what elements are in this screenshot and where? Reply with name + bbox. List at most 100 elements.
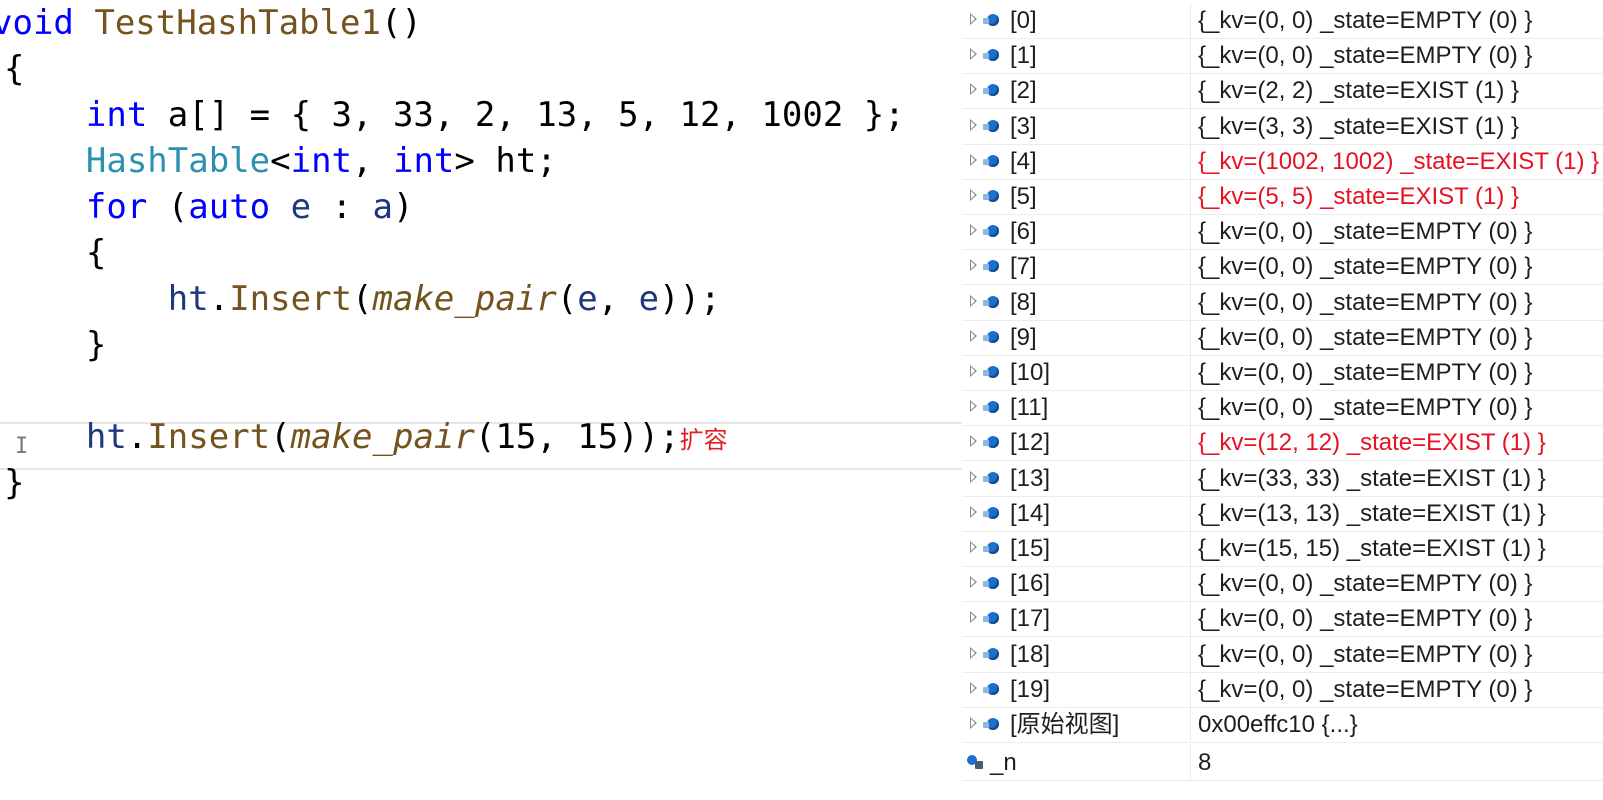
code-token: > ht;	[454, 141, 557, 181]
watch-row[interactable]: [13] {_kv=(33, 33) _state=EXIST (1) }	[962, 460, 1603, 497]
expand-arrow-icon[interactable]	[970, 400, 977, 413]
expand-arrow-icon[interactable]	[970, 470, 977, 483]
code-token: (	[352, 279, 373, 319]
code-line[interactable]: }	[4, 322, 106, 368]
field-icon	[983, 49, 999, 62]
code-token: .	[208, 279, 230, 319]
expand-arrow-icon[interactable]	[970, 83, 977, 96]
watch-row-name: [0]	[1010, 7, 1037, 34]
watch-row-name: [19]	[1010, 675, 1051, 703]
expand-arrow-icon[interactable]	[970, 294, 977, 307]
watch-row-value: {_kv=(2, 2) _state=EXIST (1) }	[1198, 77, 1520, 105]
watch-row-value: {_kv=(0, 0) _state=EMPTY (0) }	[1198, 253, 1533, 281]
watch-row[interactable]: [0] {_kv=(0, 0) _state=EMPTY (0) }	[962, 3, 1603, 39]
expand-arrow-icon[interactable]	[970, 365, 977, 377]
watch-row[interactable]: [5] {_kv=(5, 5) _state=EXIST (1) }	[962, 179, 1603, 215]
expand-arrow-icon[interactable]	[970, 329, 977, 342]
watch-row[interactable]: [原始视图] 0x00effc10 {...}	[962, 707, 1603, 743]
watch-row[interactable]: [14] {_kv=(13, 13) _state=EXIST (1) }	[962, 495, 1603, 532]
watch-row[interactable]: [17] {_kv=(0, 0) _state=EMPTY (0) }	[962, 601, 1603, 638]
watch-row[interactable]: [11] {_kv=(0, 0) _state=EMPTY (0) }	[962, 390, 1603, 427]
watch-row[interactable]: [1] {_kv=(0, 0) _state=EMPTY (0) }	[962, 38, 1603, 75]
field-icon	[983, 330, 999, 343]
code-token: Insert	[147, 417, 271, 457]
field-icon	[983, 225, 999, 238]
watch-row[interactable]: [2] {_kv=(2, 2) _state=EXIST (1) }	[962, 73, 1603, 110]
watch-row[interactable]: [8] {_kv=(0, 0) _state=EMPTY (0) }	[962, 284, 1603, 321]
expand-arrow-icon[interactable]	[970, 611, 977, 624]
field-icon	[983, 84, 999, 97]
expand-arrow-icon[interactable]	[970, 224, 977, 237]
code-token: make_pair	[372, 279, 557, 319]
watch-row-name: [3]	[1010, 112, 1037, 140]
watch-row[interactable]: [12] {_kv=(12, 12) _state=EXIST (1) }	[962, 425, 1603, 462]
watch-row-value: 0x00effc10 {...}	[1198, 711, 1358, 738]
watch-panel[interactable]: [0] {_kv=(0, 0) _state=EMPTY (0) } [1] {_kv…	[962, 0, 1603, 800]
code-token: void	[0, 3, 95, 43]
code-line[interactable]: ht.Insert(make_pair(15, 15));扩容	[4, 414, 728, 460]
code-line[interactable]: for (auto e : a)	[4, 184, 414, 230]
code-token: a[] = { 3, 33, 2, 13, 5, 12, 1002 };	[147, 95, 905, 135]
expand-arrow-icon[interactable]	[970, 435, 977, 448]
expand-arrow-icon[interactable]	[970, 118, 977, 131]
code-token: for	[85, 187, 148, 227]
watch-row-value: {_kv=(0, 0) _state=EMPTY (0) }	[1198, 570, 1533, 598]
watch-row[interactable]: [9] {_kv=(0, 0) _state=EMPTY (0) }	[962, 319, 1603, 356]
watch-row[interactable]: [6] {_kv=(0, 0) _state=EMPTY (0) }	[962, 214, 1603, 251]
watch-row-value: {_kv=(12, 12) _state=EXIST (1) }	[1198, 429, 1546, 457]
expand-arrow-icon[interactable]	[970, 13, 977, 25]
watch-row-member[interactable]: _n 8	[962, 745, 1603, 781]
code-token: (	[556, 279, 578, 319]
code-token: )	[393, 187, 414, 227]
expand-arrow-icon[interactable]	[970, 576, 977, 589]
expand-arrow-icon[interactable]	[970, 153, 977, 166]
code-token: auto	[188, 187, 271, 227]
expand-arrow-icon[interactable]	[970, 48, 977, 61]
code-line[interactable]: }	[4, 460, 24, 506]
expand-arrow-icon[interactable]	[970, 646, 977, 659]
expand-arrow-icon[interactable]	[970, 505, 977, 518]
watch-row[interactable]: [16] {_kv=(0, 0) _state=EMPTY (0) }	[962, 566, 1603, 603]
watch-row[interactable]: [10] {_kv=(0, 0) _state=EMPTY (0) }	[962, 355, 1603, 391]
expand-arrow-icon[interactable]	[970, 189, 977, 201]
column-separator	[1190, 531, 1191, 567]
watch-row-name: [18]	[1010, 640, 1051, 668]
code-line[interactable]: {	[4, 46, 24, 92]
code-token: e	[577, 279, 598, 319]
watch-row[interactable]: [18] {_kv=(0, 0) _state=EMPTY (0) }	[962, 636, 1603, 673]
expand-arrow-icon[interactable]	[970, 259, 977, 272]
column-separator	[1190, 38, 1191, 75]
code-token: }	[4, 325, 107, 365]
watch-row[interactable]: [19] {_kv=(0, 0) _state=EMPTY (0) }	[962, 671, 1603, 708]
watch-row-value: {_kv=(0, 0) _state=EMPTY (0) }	[1198, 605, 1533, 633]
expand-arrow-icon[interactable]	[970, 541, 977, 553]
field-icon	[983, 154, 999, 167]
code-token: e	[290, 187, 312, 227]
column-separator	[1190, 249, 1191, 286]
watch-row-name: [9]	[1010, 323, 1037, 351]
code-line[interactable]: {	[4, 230, 106, 276]
code-line[interactable]: HashTable<int, int> ht;	[4, 138, 557, 184]
watch-row[interactable]: [7] {_kv=(0, 0) _state=EMPTY (0) }	[962, 249, 1603, 286]
code-token: a	[372, 187, 394, 227]
code-editor[interactable]: I void TestHashTable1(){ int a[] = { 3, …	[0, 0, 962, 800]
code-line[interactable]: void TestHashTable1()	[0, 0, 422, 46]
watch-row-value: {_kv=(0, 0) _state=EMPTY (0) }	[1198, 640, 1533, 668]
column-separator	[1190, 745, 1191, 781]
field-icon	[983, 190, 999, 202]
watch-row-value: {_kv=(0, 0) _state=EMPTY (0) }	[1198, 394, 1533, 422]
code-line[interactable]: int a[] = { 3, 33, 2, 13, 5, 12, 1002 };	[4, 92, 905, 138]
watch-row[interactable]: [15] {_kv=(15, 15) _state=EXIST (1) }	[962, 531, 1603, 567]
watch-row-value: {_kv=(5, 5) _state=EXIST (1) }	[1198, 183, 1520, 210]
expand-arrow-icon[interactable]	[970, 681, 977, 694]
code-token: (	[270, 417, 291, 457]
code-line[interactable]: ht.Insert(make_pair(e, e));	[4, 276, 721, 322]
column-separator	[1190, 601, 1191, 638]
expand-arrow-icon[interactable]	[970, 717, 977, 729]
watch-row-name: [7]	[1010, 253, 1037, 281]
column-separator	[1190, 284, 1191, 321]
watch-row[interactable]: [3] {_kv=(3, 3) _state=EXIST (1) }	[962, 108, 1603, 145]
watch-row[interactable]: [4] {_kv=(1002, 1002) _state=EXIST (1) }	[962, 143, 1603, 180]
